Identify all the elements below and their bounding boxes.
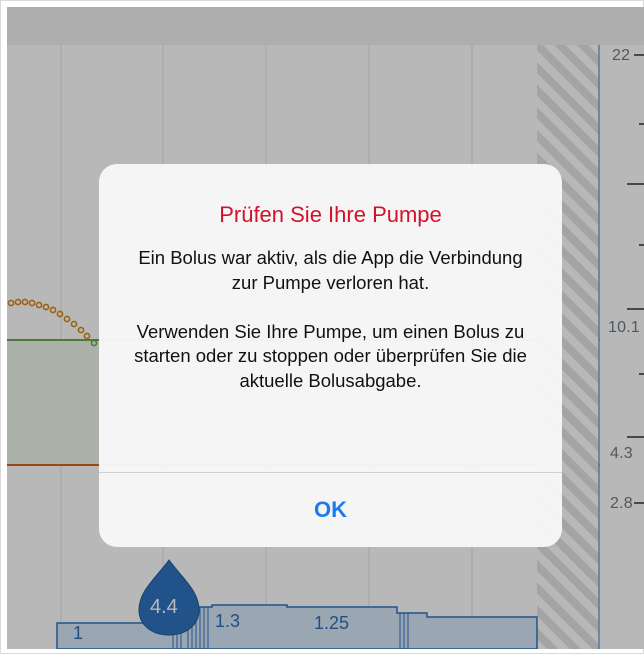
- window-frame: 22 10.1 4.3 2.8 1 1.3 1.25 4.4 Prüfen Si…: [0, 0, 644, 654]
- alert-message-paragraph-2: Verwenden Sie Ihre Pumpe, um einen Bolus…: [134, 320, 527, 391]
- alert-message-paragraph-1: Ein Bolus war aktiv, als die App die Ver…: [138, 247, 523, 293]
- alert-dialog: Prüfen Sie Ihre Pumpe Ein Bolus war akti…: [99, 164, 562, 547]
- ok-button[interactable]: OK: [99, 473, 562, 547]
- alert-message: Ein Bolus war aktiv, als die App die Ver…: [123, 246, 538, 393]
- alert-title: Prüfen Sie Ihre Pumpe: [219, 202, 442, 227]
- app-screen: 22 10.1 4.3 2.8 1 1.3 1.25 4.4 Prüfen Si…: [7, 7, 644, 649]
